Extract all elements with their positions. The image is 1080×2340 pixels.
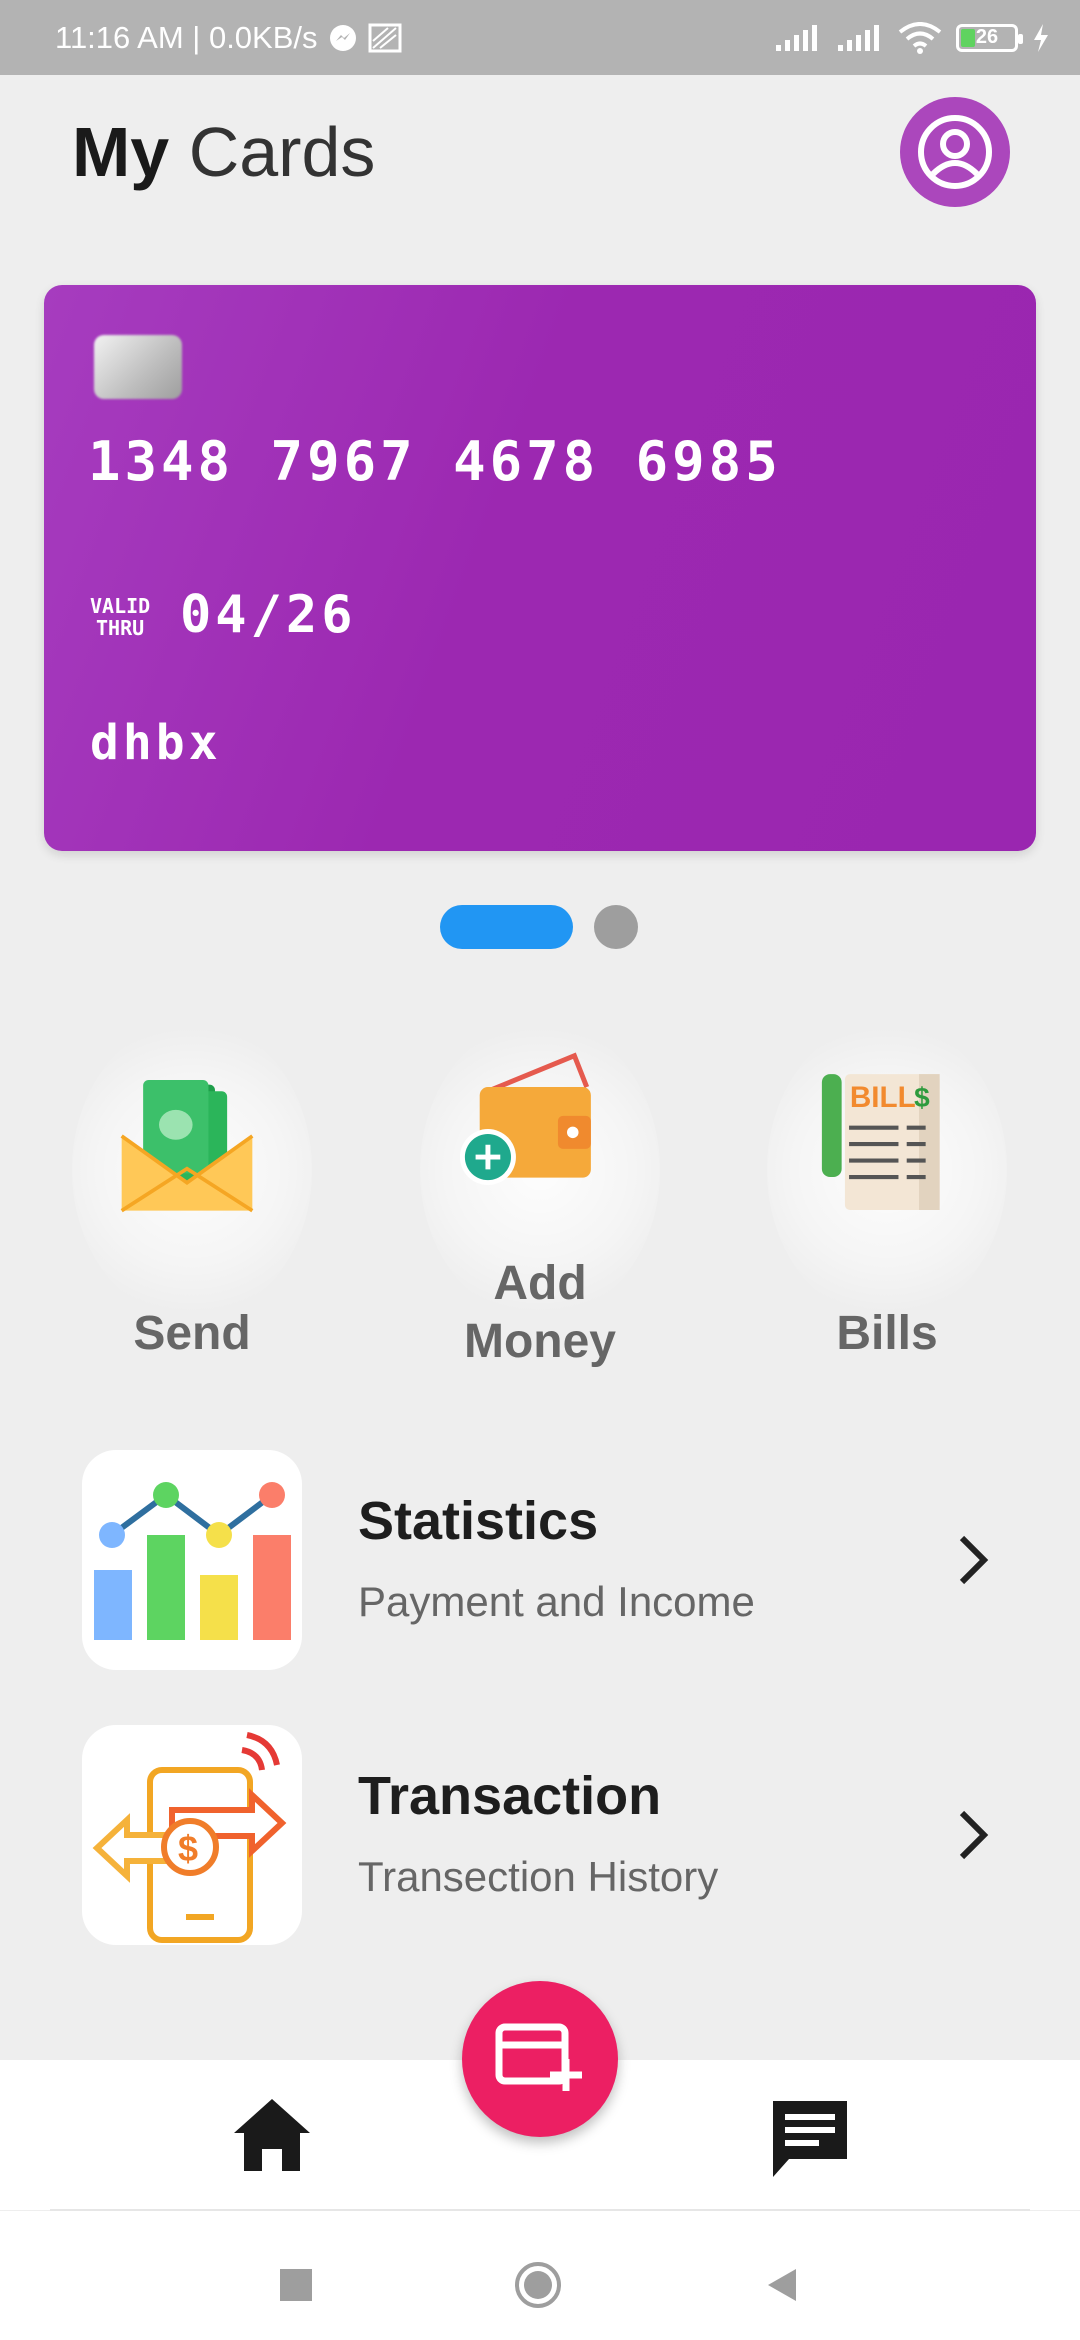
statistics-list-item[interactable]: Statistics Payment and Income [82, 1450, 1002, 1670]
add-money-button[interactable]: Add Money [390, 1000, 690, 1380]
battery-icon: 26 [956, 23, 1023, 52]
pagination-dot[interactable] [594, 905, 638, 949]
credit-card[interactable]: 1348 7967 4678 6985 VALID THRU 04/26 dhb… [44, 285, 1036, 851]
pagination-dot-active[interactable] [440, 905, 573, 949]
transaction-list-item[interactable]: $ Transaction Transection History [82, 1725, 1002, 1945]
card-chip-icon [94, 335, 182, 399]
bills-label: Bills [836, 1307, 938, 1360]
title-bold: My [72, 113, 170, 191]
bills-button[interactable]: BILL $ Bills [737, 1000, 1037, 1380]
transaction-subtitle: Transection History [358, 1853, 719, 1900]
add-card-icon [495, 2023, 582, 2091]
image-icon [368, 23, 402, 52]
signal-icon [776, 24, 817, 51]
bill-receipt-icon: BILL $ [821, 1074, 940, 1210]
battery-level: 26 [975, 26, 999, 48]
svg-text:$: $ [178, 1828, 198, 1869]
user-icon [918, 115, 992, 189]
card-pagination [0, 905, 1080, 951]
svg-text:$: $ [914, 1082, 930, 1113]
status-bar: 11:16 AM | 0.0KB/s 26 [0, 0, 1080, 75]
statistics-subtitle: Payment and Income [358, 1578, 755, 1625]
transaction-title: Transaction [358, 1766, 662, 1826]
envelope-money-icon [120, 1080, 254, 1213]
back-button[interactable] [762, 2265, 802, 2305]
statistics-title: Statistics [358, 1491, 599, 1551]
chevron-right-icon [959, 1810, 989, 1860]
card-number: 1348 7967 4678 6985 [88, 430, 782, 493]
add-card-fab[interactable] [462, 1981, 618, 2137]
recents-button[interactable] [280, 2269, 312, 2301]
page-title: My Cards [72, 112, 375, 192]
card-holder: dhbx [90, 715, 222, 771]
send-label: Send [133, 1307, 251, 1360]
chat-icon[interactable] [765, 2093, 855, 2183]
charging-icon [1034, 23, 1048, 52]
wifi-icon [898, 21, 942, 54]
status-time: 11:16 AM | 0.0KB/s [55, 19, 318, 55]
home-system-button[interactable] [514, 2261, 562, 2309]
title-light: Cards [188, 113, 376, 191]
signal-2-icon [838, 24, 879, 51]
home-icon[interactable] [230, 2093, 314, 2177]
chevron-right-icon [959, 1535, 989, 1585]
svg-text:BILL: BILL [850, 1081, 916, 1114]
messenger-icon [329, 24, 356, 51]
send-button[interactable]: Send [42, 1000, 342, 1380]
system-navigation-bar [0, 2211, 1080, 2340]
transaction-icon: $ [82, 1725, 302, 1945]
card-expiry: 04/26 [180, 585, 357, 645]
valid-thru-label: VALID THRU [90, 594, 151, 640]
wallet-add-icon [459, 1052, 591, 1186]
statistics-icon [82, 1450, 302, 1670]
add-money-label: Add Money [463, 1257, 616, 1368]
profile-button[interactable] [900, 97, 1010, 207]
